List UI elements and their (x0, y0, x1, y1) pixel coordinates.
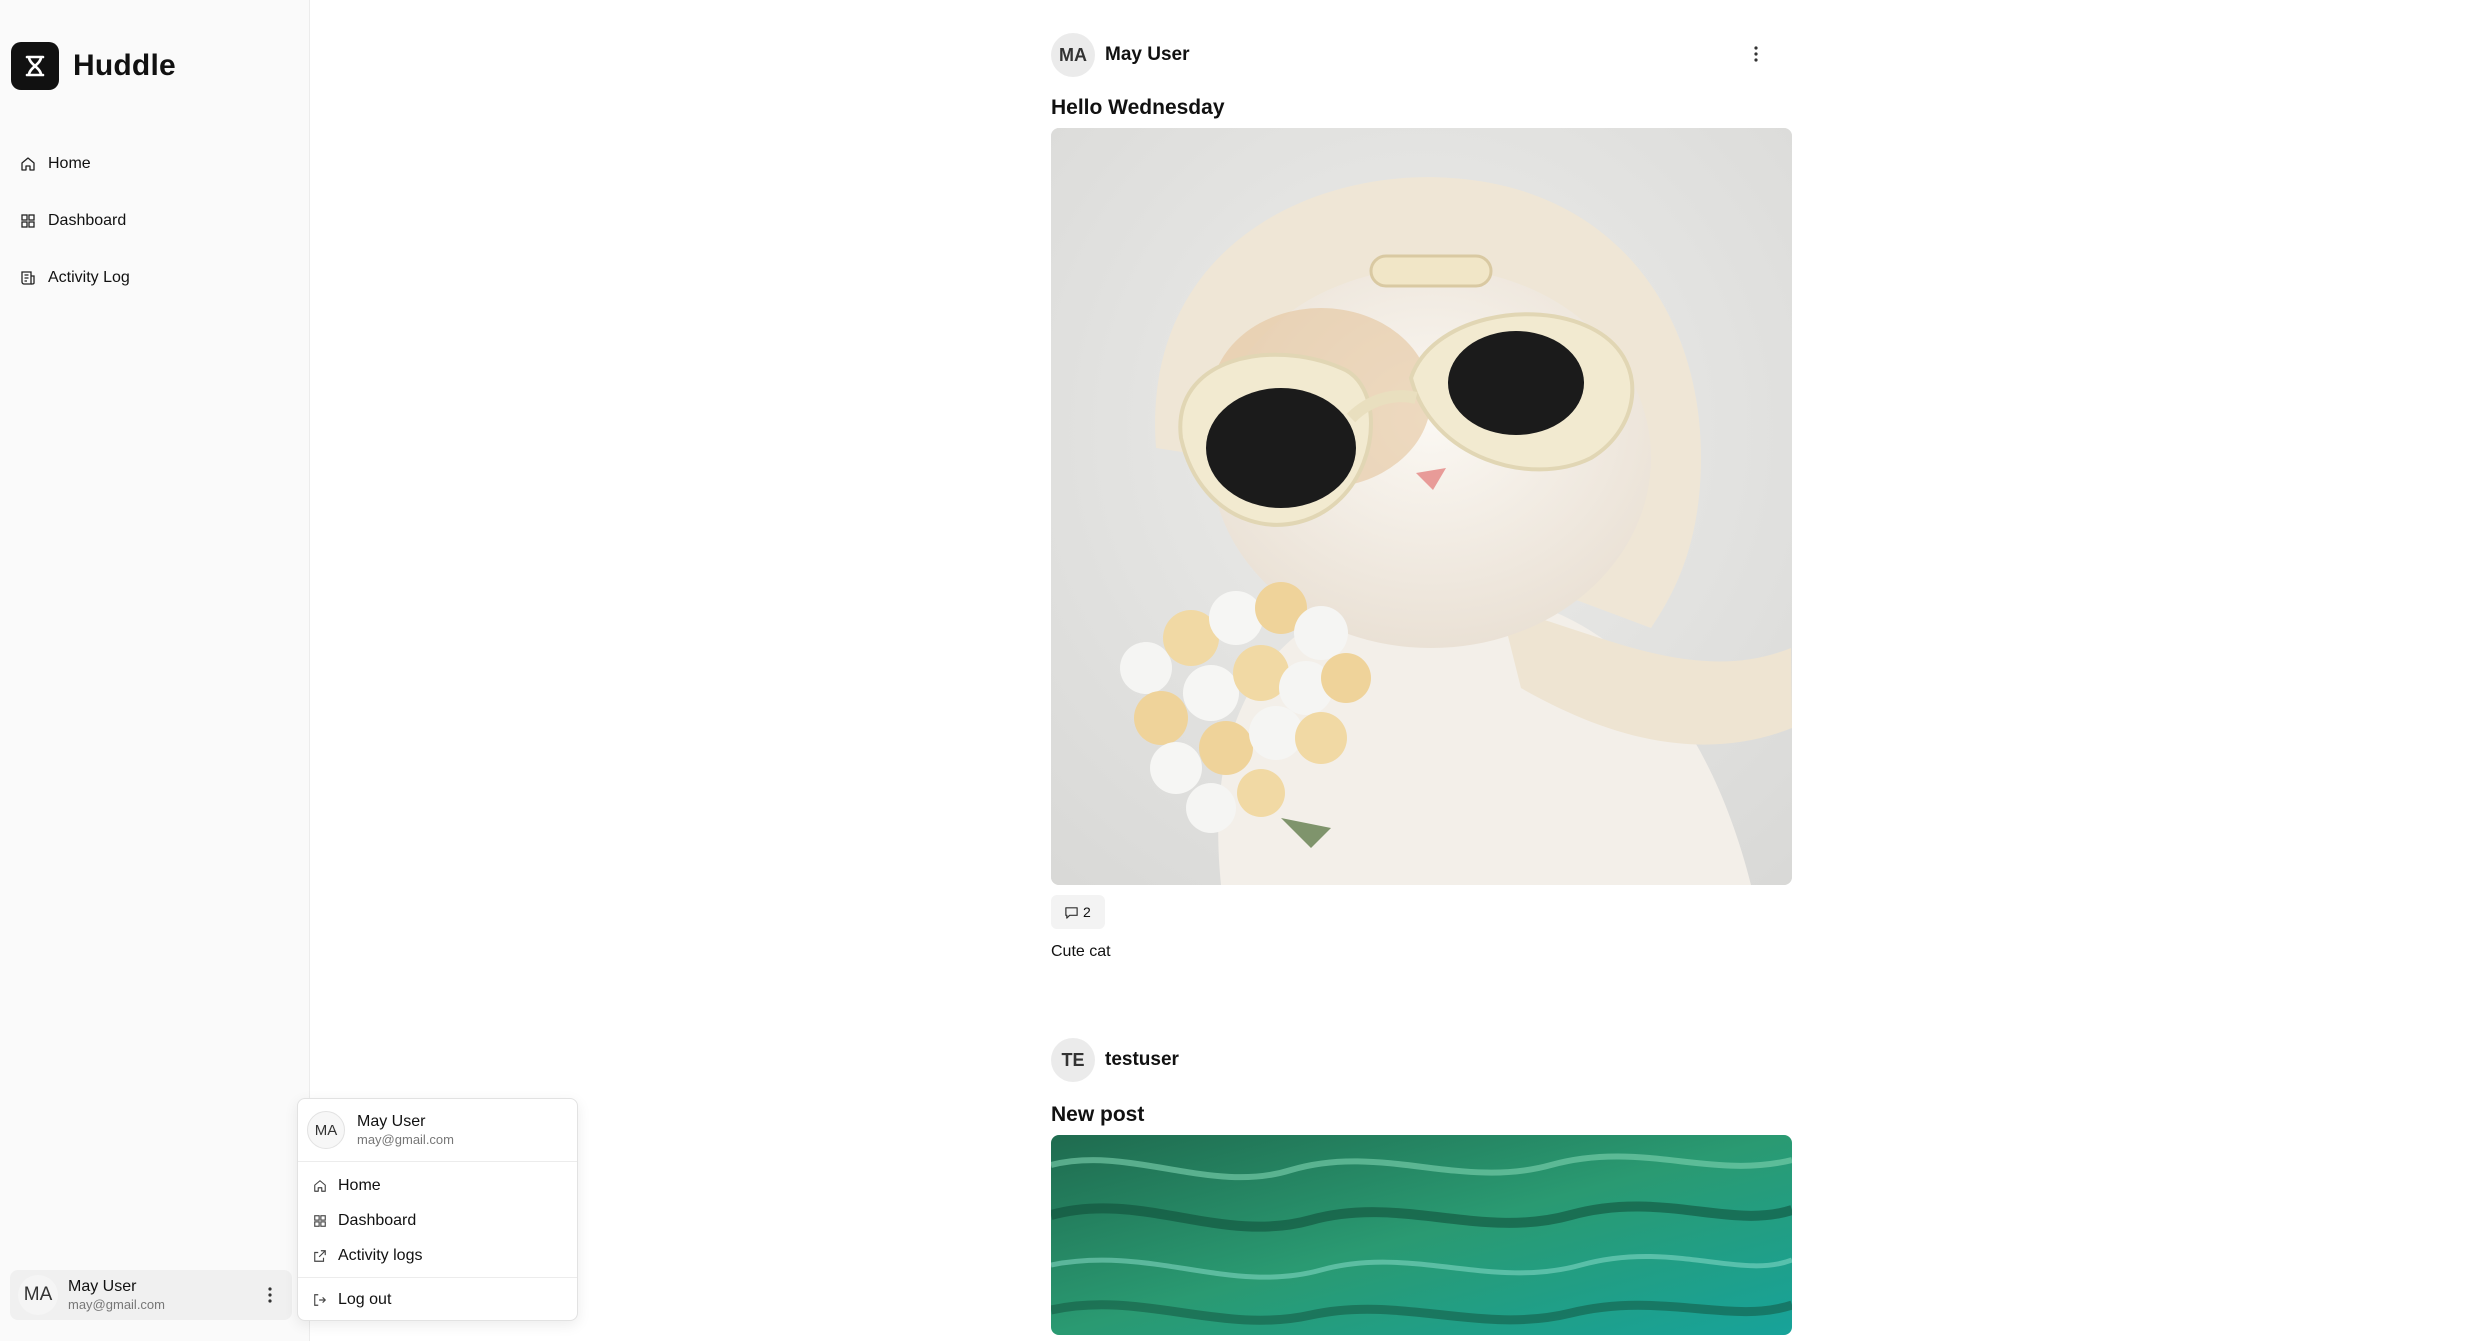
logout-button[interactable]: Log out (298, 1282, 577, 1317)
external-link-icon (314, 1249, 326, 1262)
menu-item-dashboard[interactable]: Dashboard (298, 1203, 577, 1238)
menu-item-home[interactable]: Home (298, 1168, 577, 1203)
post-caption: Cute cat (1051, 943, 1111, 960)
menu-divider (298, 1277, 577, 1278)
post-title: New post (1051, 1103, 1145, 1126)
menu-item-label: Activity logs (338, 1246, 423, 1264)
post-header: TE testuser (1051, 1038, 1792, 1082)
dashboard-icon (314, 1214, 326, 1227)
avatar: MA (18, 1275, 58, 1315)
more-vertical-icon[interactable] (262, 1285, 278, 1305)
sidebar-item-home[interactable]: Home (12, 142, 298, 186)
sidebar: Huddle Home Dashboard Activity Log MA Ma… (0, 0, 310, 1341)
activity-log-icon (21, 271, 35, 285)
post-feed: MA May User Hello Wednesday 2 Cute cat T… (1051, 0, 1792, 1335)
comment-button[interactable]: 2 (1051, 895, 1105, 929)
user-name: May User (357, 1113, 426, 1131)
comment-icon (1065, 906, 1078, 919)
brand[interactable]: Huddle (11, 42, 176, 90)
post-image-cat[interactable] (1051, 128, 1792, 885)
comment-count: 2 (1083, 904, 1091, 920)
user-name: May User (68, 1278, 137, 1296)
menu-user-header: MA May User may@gmail.com (298, 1099, 577, 1162)
post-card: TE testuser New post (1051, 1038, 1792, 1335)
post-author[interactable]: testuser (1105, 1049, 1179, 1071)
sidebar-item-label: Dashboard (48, 212, 127, 229)
dashboard-icon (21, 214, 35, 228)
post-title: Hello Wednesday (1051, 96, 1225, 119)
huddle-logo-icon (11, 42, 59, 90)
water-illustration (1051, 1135, 1792, 1335)
user-dropdown-menu: MA May User may@gmail.com Home Dashboard (297, 1098, 578, 1321)
sidebar-nav: Home Dashboard Activity Log (12, 142, 298, 313)
cat-illustration (1051, 128, 1792, 885)
app-name: Huddle (73, 49, 176, 82)
avatar[interactable]: TE (1051, 1038, 1095, 1082)
sidebar-item-label: Home (48, 155, 91, 172)
logout-label: Log out (338, 1290, 392, 1308)
home-icon (314, 1179, 326, 1192)
logout-icon (314, 1293, 327, 1306)
user-account-button[interactable]: MA May User may@gmail.com (10, 1270, 292, 1320)
post-image-water[interactable] (1051, 1135, 1792, 1335)
sidebar-item-dashboard[interactable]: Dashboard (12, 199, 298, 243)
menu-item-activity-logs[interactable]: Activity logs (298, 1238, 577, 1273)
sidebar-item-activity-log[interactable]: Activity Log (12, 256, 298, 300)
user-email: may@gmail.com (68, 1296, 165, 1312)
post-header: MA May User (1051, 33, 1792, 77)
user-email: may@gmail.com (357, 1131, 454, 1147)
post-author[interactable]: May User (1105, 44, 1190, 66)
menu-item-label: Home (338, 1176, 381, 1194)
home-icon (21, 157, 35, 171)
more-vertical-icon[interactable] (1748, 43, 1764, 65)
avatar: MA (307, 1111, 345, 1149)
avatar[interactable]: MA (1051, 33, 1095, 77)
menu-item-label: Dashboard (338, 1211, 417, 1229)
post-card: MA May User Hello Wednesday 2 Cute cat (1051, 33, 1792, 961)
sidebar-item-label: Activity Log (48, 269, 130, 286)
